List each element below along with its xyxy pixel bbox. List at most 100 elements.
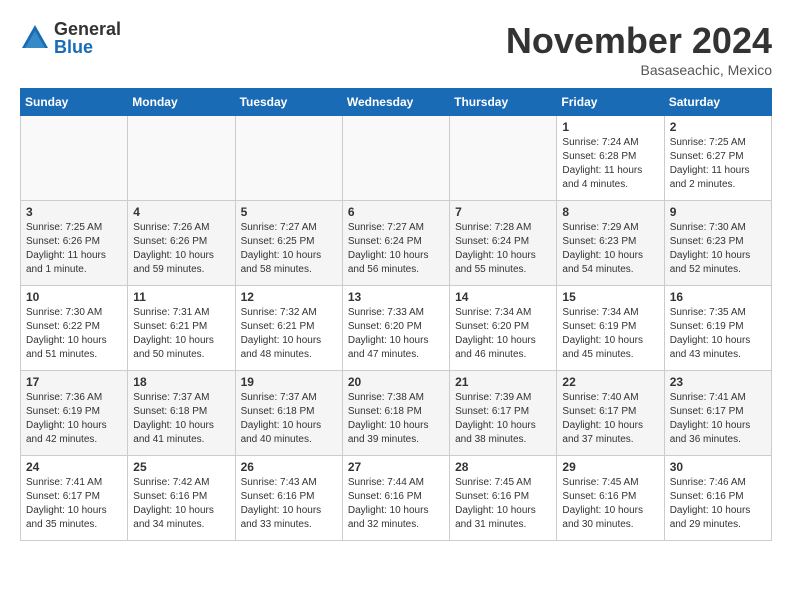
calendar-cell: 15 Sunrise: 7:34 AMSunset: 6:19 PMDayligh… — [557, 286, 664, 371]
day-number: 18 — [133, 375, 229, 389]
week-row-5: 24 Sunrise: 7:41 AMSunset: 6:17 PMDayligh… — [21, 456, 772, 541]
calendar-cell: 14 Sunrise: 7:34 AMSunset: 6:20 PMDayligh… — [450, 286, 557, 371]
calendar-cell: 18 Sunrise: 7:37 AMSunset: 6:18 PMDayligh… — [128, 371, 235, 456]
day-info: Sunrise: 7:37 AMSunset: 6:18 PMDaylight:… — [241, 391, 337, 447]
day-info: Sunrise: 7:30 AMSunset: 6:23 PMDaylight:… — [670, 221, 766, 277]
calendar-cell — [235, 116, 342, 201]
day-number: 26 — [241, 460, 337, 474]
calendar-cell: 26 Sunrise: 7:43 AMSunset: 6:16 PMDayligh… — [235, 456, 342, 541]
day-number: 7 — [455, 205, 551, 219]
day-number: 20 — [348, 375, 444, 389]
col-wednesday: Wednesday — [342, 89, 449, 116]
calendar-cell: 28 Sunrise: 7:45 AMSunset: 6:16 PMDayligh… — [450, 456, 557, 541]
calendar-cell: 20Sunrise: 7:38 AMSunset: 6:18 PMDayligh… — [342, 371, 449, 456]
day-number: 14 — [455, 290, 551, 304]
day-number: 24 — [26, 460, 122, 474]
week-row-2: 3Sunrise: 7:25 AMSunset: 6:26 PMDaylight… — [21, 201, 772, 286]
day-info: Sunrise: 7:24 AMSunset: 6:28 PMDaylight:… — [562, 136, 658, 192]
day-info: Sunrise: 7:34 AMSunset: 6:20 PMDaylight:… — [455, 306, 551, 362]
calendar-cell — [128, 116, 235, 201]
day-number: 8 — [562, 205, 658, 219]
day-number: 11 — [133, 290, 229, 304]
month-title: November 2024 — [506, 20, 772, 62]
calendar-cell: 2 Sunrise: 7:25 AMSunset: 6:27 PMDaylight… — [664, 116, 771, 201]
day-number: 30 — [670, 460, 766, 474]
col-friday: Friday — [557, 89, 664, 116]
calendar-table: Sunday Monday Tuesday Wednesday Thursday… — [20, 88, 772, 541]
calendar-cell: 6 Sunrise: 7:27 AMSunset: 6:24 PMDaylight… — [342, 201, 449, 286]
day-info: Sunrise: 7:26 AMSunset: 6:26 PMDaylight:… — [133, 221, 229, 277]
day-info: Sunrise: 7:35 AMSunset: 6:19 PMDaylight:… — [670, 306, 766, 362]
calendar-cell: 3Sunrise: 7:25 AMSunset: 6:26 PMDaylight… — [21, 201, 128, 286]
calendar-cell: 29 Sunrise: 7:45 AMSunset: 6:16 PMDayligh… — [557, 456, 664, 541]
calendar-cell — [21, 116, 128, 201]
day-info: Sunrise: 7:30 AMSunset: 6:22 PMDaylight:… — [26, 306, 122, 362]
calendar-cell: 27Sunrise: 7:44 AMSunset: 6:16 PMDayligh… — [342, 456, 449, 541]
calendar-cell: 19 Sunrise: 7:37 AMSunset: 6:18 PMDayligh… — [235, 371, 342, 456]
day-number: 28 — [455, 460, 551, 474]
calendar-cell: 30 Sunrise: 7:46 AMSunset: 6:16 PMDayligh… — [664, 456, 771, 541]
day-number: 29 — [562, 460, 658, 474]
calendar-cell — [342, 116, 449, 201]
day-number: 23 — [670, 375, 766, 389]
day-number: 16 — [670, 290, 766, 304]
calendar-cell — [450, 116, 557, 201]
col-saturday: Saturday — [664, 89, 771, 116]
logo-general: General — [54, 20, 121, 38]
calendar-cell: 9 Sunrise: 7:30 AMSunset: 6:23 PMDaylight… — [664, 201, 771, 286]
day-number: 17 — [26, 375, 122, 389]
location: Basaseachic, Mexico — [506, 62, 772, 78]
day-info: Sunrise: 7:45 AMSunset: 6:16 PMDaylight:… — [562, 476, 658, 532]
day-info: Sunrise: 7:28 AMSunset: 6:24 PMDaylight:… — [455, 221, 551, 277]
day-info: Sunrise: 7:40 AMSunset: 6:17 PMDaylight:… — [562, 391, 658, 447]
calendar-cell: 7 Sunrise: 7:28 AMSunset: 6:24 PMDaylight… — [450, 201, 557, 286]
calendar-cell: 1 Sunrise: 7:24 AMSunset: 6:28 PMDaylight… — [557, 116, 664, 201]
title-block: November 2024 Basaseachic, Mexico — [506, 20, 772, 78]
calendar-cell: 16 Sunrise: 7:35 AMSunset: 6:19 PMDayligh… — [664, 286, 771, 371]
header-row: Sunday Monday Tuesday Wednesday Thursday… — [21, 89, 772, 116]
calendar-cell: 23 Sunrise: 7:41 AMSunset: 6:17 PMDayligh… — [664, 371, 771, 456]
day-number: 9 — [670, 205, 766, 219]
calendar-cell: 17 Sunrise: 7:36 AMSunset: 6:19 PMDayligh… — [21, 371, 128, 456]
day-info: Sunrise: 7:33 AMSunset: 6:20 PMDaylight:… — [348, 306, 444, 362]
calendar-cell: 13 Sunrise: 7:33 AMSunset: 6:20 PMDayligh… — [342, 286, 449, 371]
day-number: 4 — [133, 205, 229, 219]
calendar-cell: 8 Sunrise: 7:29 AMSunset: 6:23 PMDaylight… — [557, 201, 664, 286]
day-info: Sunrise: 7:25 AMSunset: 6:26 PMDaylight:… — [26, 221, 122, 277]
col-sunday: Sunday — [21, 89, 128, 116]
day-info: Sunrise: 7:42 AMSunset: 6:16 PMDaylight:… — [133, 476, 229, 532]
day-info: Sunrise: 7:32 AMSunset: 6:21 PMDaylight:… — [241, 306, 337, 362]
day-number: 2 — [670, 120, 766, 134]
calendar-cell: 21Sunrise: 7:39 AMSunset: 6:17 PMDayligh… — [450, 371, 557, 456]
week-row-1: 1 Sunrise: 7:24 AMSunset: 6:28 PMDaylight… — [21, 116, 772, 201]
day-info: Sunrise: 7:41 AMSunset: 6:17 PMDaylight:… — [670, 391, 766, 447]
day-info: Sunrise: 7:37 AMSunset: 6:18 PMDaylight:… — [133, 391, 229, 447]
day-info: Sunrise: 7:34 AMSunset: 6:19 PMDaylight:… — [562, 306, 658, 362]
day-info: Sunrise: 7:43 AMSunset: 6:16 PMDaylight:… — [241, 476, 337, 532]
day-number: 15 — [562, 290, 658, 304]
col-tuesday: Tuesday — [235, 89, 342, 116]
day-info: Sunrise: 7:45 AMSunset: 6:16 PMDaylight:… — [455, 476, 551, 532]
day-number: 19 — [241, 375, 337, 389]
col-monday: Monday — [128, 89, 235, 116]
day-info: Sunrise: 7:25 AMSunset: 6:27 PMDaylight:… — [670, 136, 766, 192]
day-number: 6 — [348, 205, 444, 219]
page-header: General Blue November 2024 Basaseachic, … — [20, 20, 772, 78]
day-number: 21 — [455, 375, 551, 389]
calendar-cell: 10 Sunrise: 7:30 AMSunset: 6:22 PMDayligh… — [21, 286, 128, 371]
day-info: Sunrise: 7:46 AMSunset: 6:16 PMDaylight:… — [670, 476, 766, 532]
day-number: 12 — [241, 290, 337, 304]
day-info: Sunrise: 7:36 AMSunset: 6:19 PMDaylight:… — [26, 391, 122, 447]
day-number: 13 — [348, 290, 444, 304]
calendar-cell: 25Sunrise: 7:42 AMSunset: 6:16 PMDayligh… — [128, 456, 235, 541]
logo: General Blue — [20, 20, 121, 56]
day-info: Sunrise: 7:27 AMSunset: 6:24 PMDaylight:… — [348, 221, 444, 277]
day-number: 10 — [26, 290, 122, 304]
calendar-cell: 11Sunrise: 7:31 AMSunset: 6:21 PMDayligh… — [128, 286, 235, 371]
day-info: Sunrise: 7:41 AMSunset: 6:17 PMDaylight:… — [26, 476, 122, 532]
day-number: 1 — [562, 120, 658, 134]
day-info: Sunrise: 7:29 AMSunset: 6:23 PMDaylight:… — [562, 221, 658, 277]
calendar-cell: 22Sunrise: 7:40 AMSunset: 6:17 PMDayligh… — [557, 371, 664, 456]
calendar-cell: 24 Sunrise: 7:41 AMSunset: 6:17 PMDayligh… — [21, 456, 128, 541]
week-row-3: 10 Sunrise: 7:30 AMSunset: 6:22 PMDayligh… — [21, 286, 772, 371]
